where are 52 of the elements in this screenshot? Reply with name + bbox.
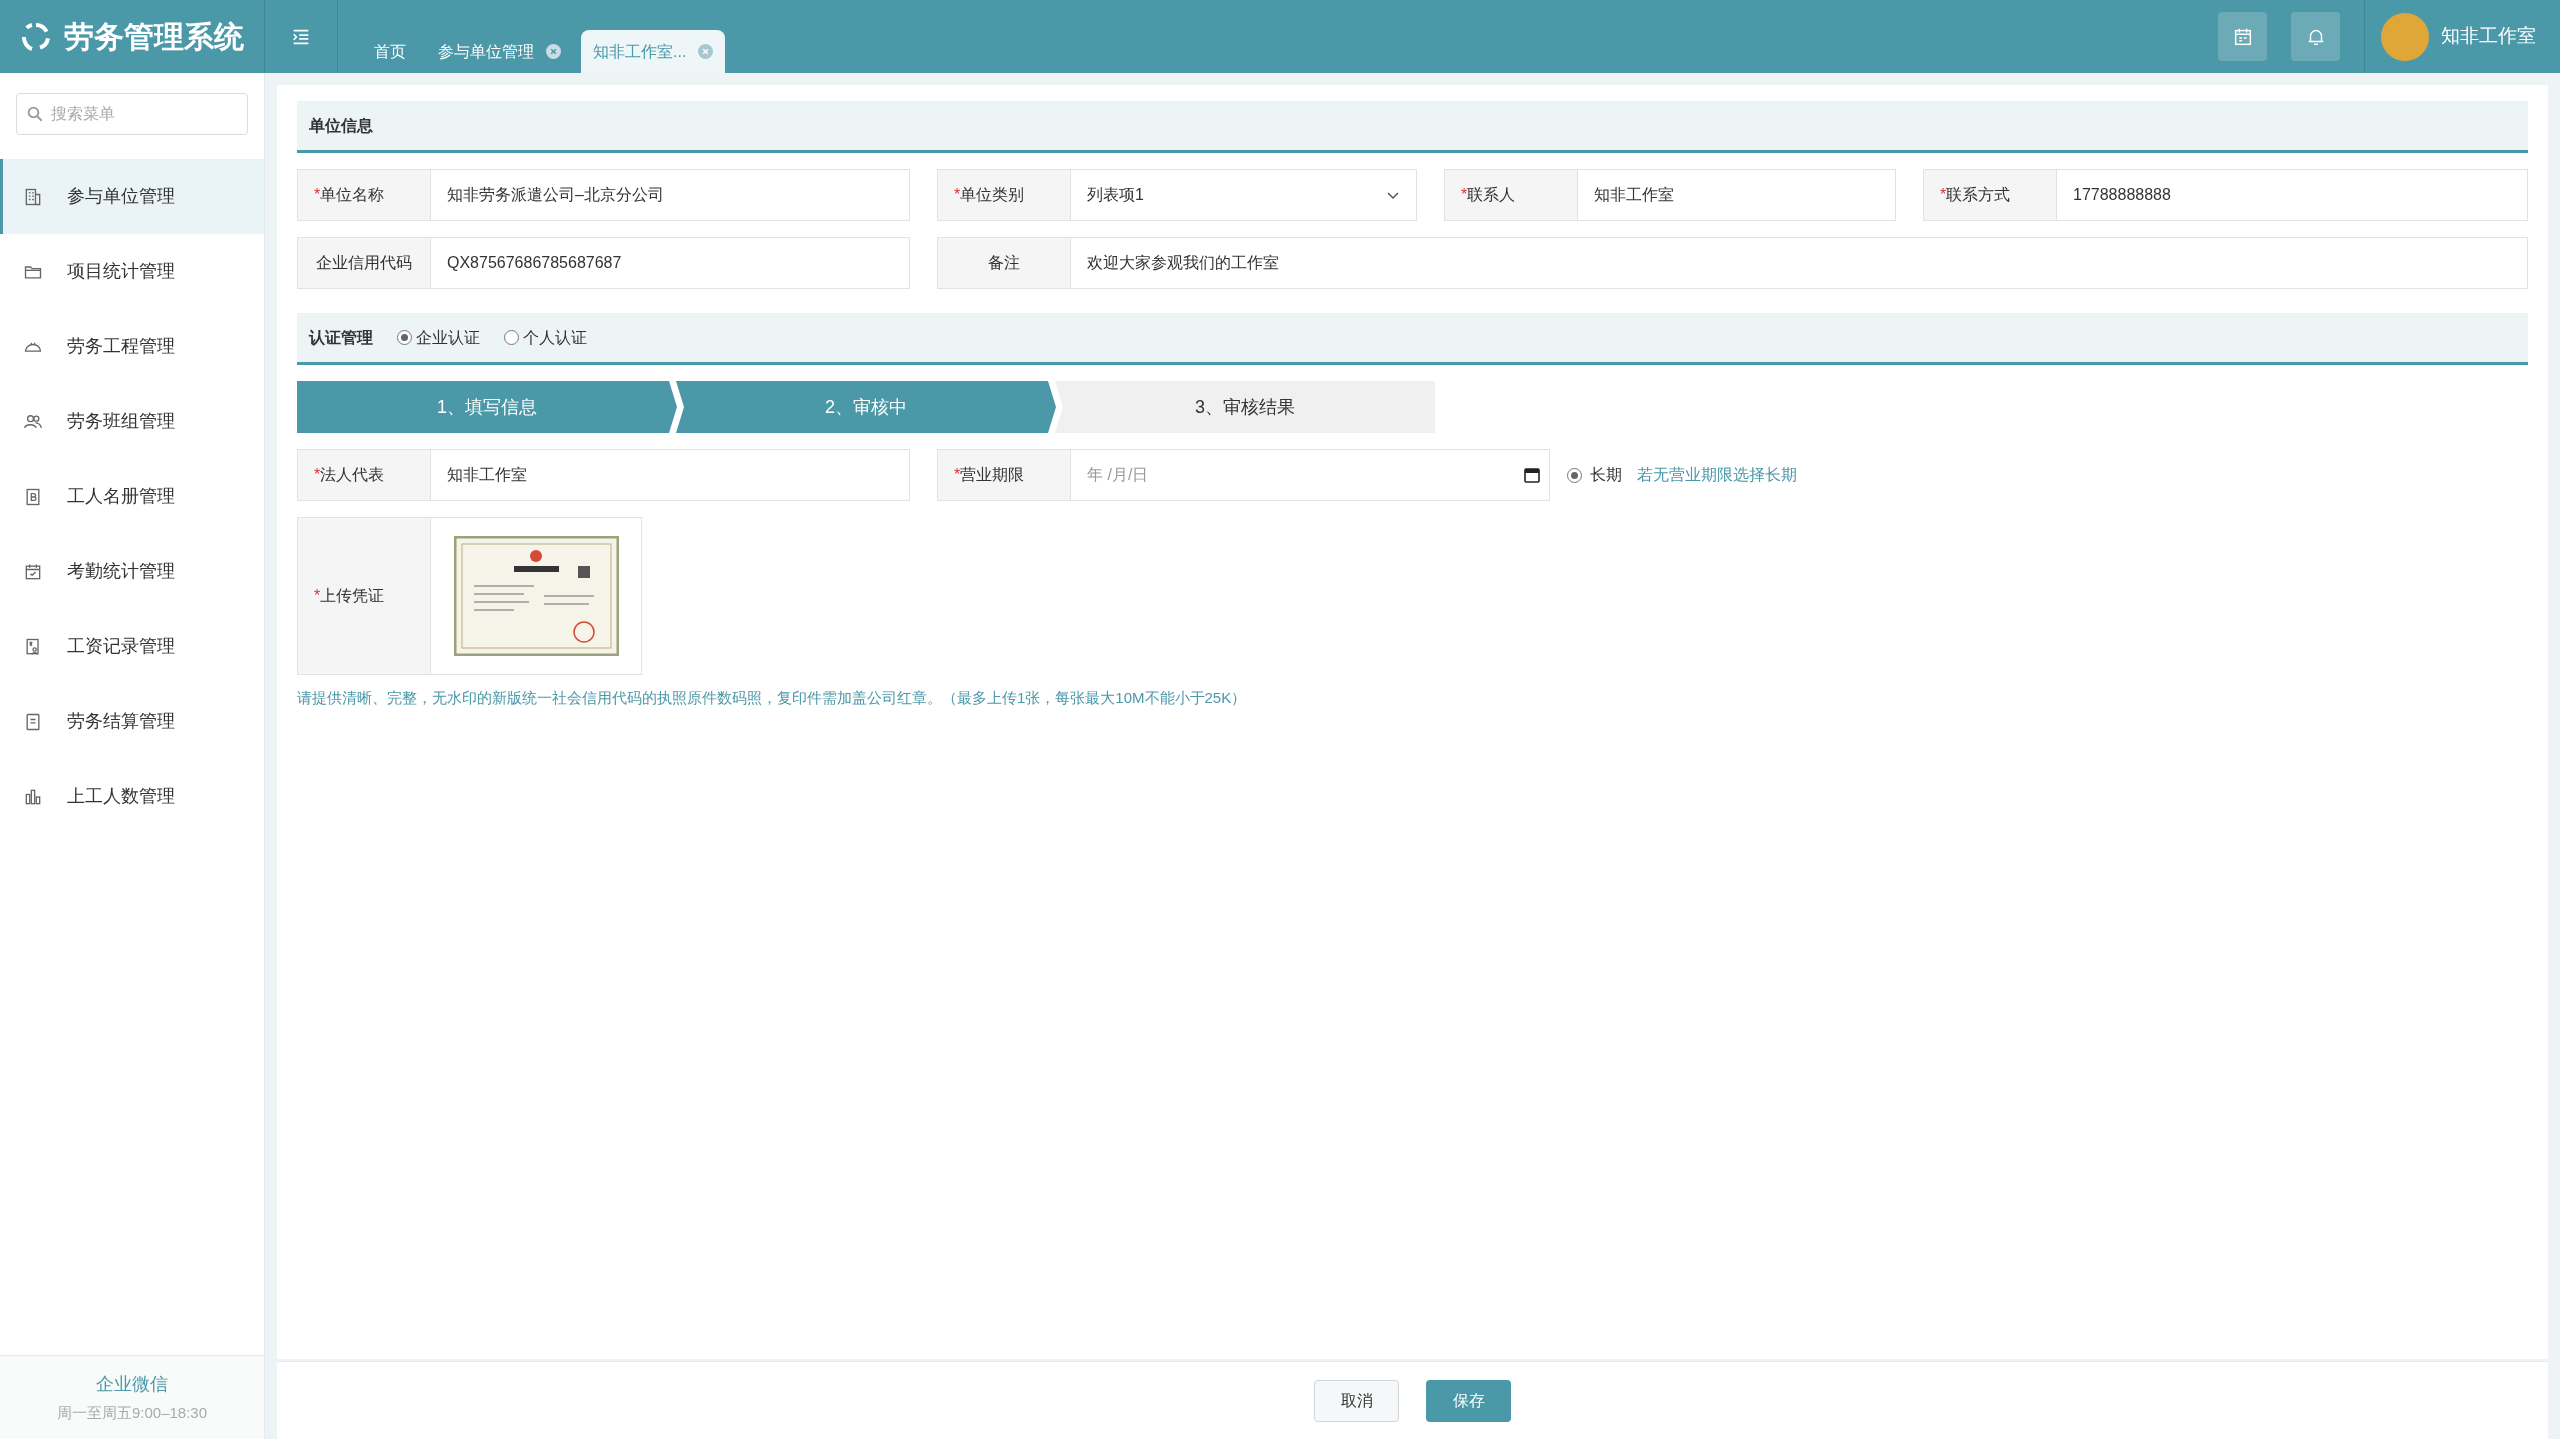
sidebar-item[interactable]: 劳务工程管理: [0, 309, 264, 384]
close-icon[interactable]: [698, 44, 714, 59]
select-field[interactable]: 列表项1: [1070, 169, 1417, 221]
sidebar-item[interactable]: 项目统计管理: [0, 234, 264, 309]
sidebar-item[interactable]: 工人名册管理: [0, 459, 264, 534]
sidebar-item[interactable]: 参与单位管理: [0, 159, 264, 234]
search-field[interactable]: 搜索菜单: [16, 93, 248, 135]
sidebar-item[interactable]: 劳务结算管理: [0, 684, 264, 759]
input-field[interactable]: 知非工作室: [430, 449, 910, 501]
step: 1、填写信息: [297, 381, 677, 433]
field-label: 企业信用代码: [297, 237, 430, 289]
input-field[interactable]: 17788888888: [2056, 169, 2528, 221]
calendar-icon[interactable]: [1524, 467, 1540, 483]
radio-label[interactable]: 企业认证: [416, 325, 480, 350]
close-icon[interactable]: [546, 44, 561, 59]
sidebar-item[interactable]: 上工人数管理: [0, 759, 264, 834]
input-field[interactable]: 知非工作室: [1577, 169, 1896, 221]
sidebar-item[interactable]: 劳务班组管理: [0, 384, 264, 459]
field-label: 备注: [937, 237, 1070, 289]
footer-hours: 周一至周五9:00–18:30: [56, 1402, 208, 1423]
field-label: *上传凭证: [297, 517, 430, 675]
input-field[interactable]: 知非劳务派遣公司–北京分公司: [430, 169, 910, 221]
input-field[interactable]: QX87567686785687687: [430, 237, 910, 289]
app-title: 劳务管理系统: [64, 19, 244, 55]
notification-button[interactable]: [2291, 12, 2340, 61]
field-label: *联系方式: [1923, 169, 2056, 221]
radio-button[interactable]: [397, 330, 412, 345]
building-icon: [23, 186, 43, 207]
sidebar-item[interactable]: 考勤统计管理: [0, 534, 264, 609]
radio-button[interactable]: [504, 330, 519, 345]
hint-text: 若无营业期限选择长期: [1637, 465, 1797, 485]
field-label: *单位名称: [297, 169, 430, 221]
date-field[interactable]: 年 /月/日: [1070, 449, 1550, 501]
cancel-button[interactable]: 取消: [1314, 1379, 1399, 1422]
field-label: *营业期限: [937, 449, 1070, 501]
footer-title: 企业微信: [96, 1372, 168, 1396]
input-field[interactable]: 欢迎大家参观我们的工作室: [1070, 237, 2528, 289]
calendar-button[interactable]: [2218, 12, 2267, 61]
section-title: 单位信息: [309, 115, 373, 136]
radio-label[interactable]: 个人认证: [523, 325, 587, 350]
field-label: *联系人: [1444, 169, 1577, 221]
field-label: *单位类别: [937, 169, 1070, 221]
radio-label[interactable]: 长期: [1590, 463, 1622, 487]
search-icon: [26, 105, 44, 123]
sidebar-item[interactable]: 工资记录管理: [0, 609, 264, 684]
step: 3、审核结果: [1055, 381, 1435, 433]
field-label: *法人代表: [297, 449, 430, 501]
radio-button[interactable]: [1567, 467, 1582, 483]
upload-note: 请提供清晰、完整，无水印的新版统一社会信用代码的执照原件数码照，复印件需加盖公司红章。（最多上传1张，每张最大10M不能小于25K）: [297, 688, 1248, 708]
certificate-drawing[interactable]: [453, 536, 619, 656]
section-title: 认证管理: [309, 327, 373, 348]
step: 2、审核中: [676, 381, 1056, 433]
